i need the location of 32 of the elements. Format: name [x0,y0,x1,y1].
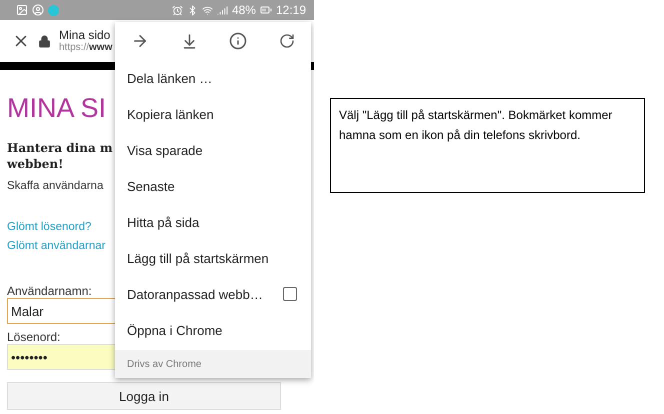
site-heading: MINA SI [7,92,106,125]
field-label: Användarnamn: [7,284,92,298]
field-label: Lösenord: [7,330,60,344]
bluetooth-icon [186,4,198,16]
info-icon[interactable] [229,32,248,50]
menu-item[interactable]: Lägg till på startskärmen [127,250,269,266]
person-icon [32,4,44,16]
menu-item[interactable]: Dela länken … [127,70,212,86]
login-button[interactable]: Logga in [7,382,281,410]
footer-text: Drivs av Chrome [127,358,202,370]
refresh-icon[interactable] [279,33,296,49]
clock: 12:19 [276,3,306,17]
menu-item[interactable]: Senaste [127,178,175,194]
menu-item[interactable]: Hitta på sida [127,214,200,230]
wifi-icon [202,4,213,16]
page-url: https://www [59,42,112,54]
page-title: Mina sido [59,28,110,42]
tagline: webben! [7,156,64,172]
app-notification-icon [48,4,59,16]
menu-item[interactable]: Kopiera länken [127,106,214,122]
intro-text: Skaffa användarna [7,180,104,192]
menu-item[interactable]: Datoranpassad webb… [127,286,263,302]
battery-percent: 48% [232,3,256,17]
image-icon [16,4,28,16]
callout-text: Välj "Lägg till på startskärmen". Bokmärket kommer hamna som en ikon på din telefons skrivbord. [339,107,614,144]
menu-item[interactable]: Öppna i Chrome [127,322,222,338]
tagline: Hantera dina m [7,140,113,156]
checkbox[interactable] [283,287,297,301]
menu-item[interactable]: Visa sparade [127,142,203,158]
battery-icon [260,4,272,16]
lock-icon [38,34,51,48]
alarm-icon [172,4,183,16]
